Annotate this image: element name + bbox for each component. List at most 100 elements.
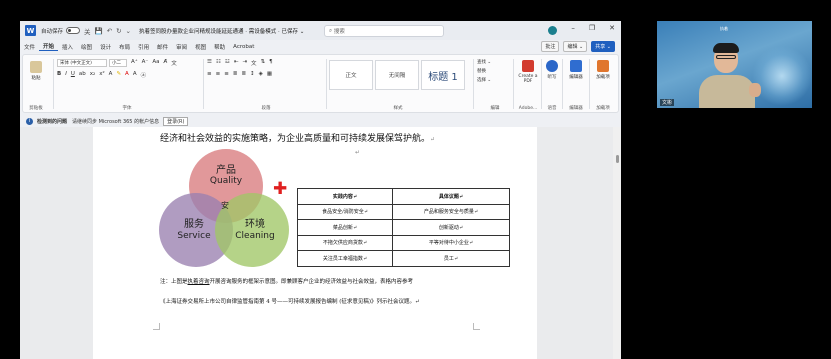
close-button[interactable]: ✕ bbox=[609, 24, 615, 32]
undo-icon[interactable]: ↶ bbox=[107, 27, 112, 35]
participant-video[interactable]: 执着 文彬 bbox=[657, 21, 812, 108]
numbering-icon[interactable]: ☷ bbox=[216, 59, 221, 67]
shrink-font-icon[interactable]: A⁻ bbox=[142, 59, 149, 67]
separator bbox=[513, 59, 514, 109]
font-size-select[interactable]: 小二 bbox=[109, 59, 127, 67]
show-marks-icon[interactable]: ¶ bbox=[269, 59, 273, 67]
maximize-button[interactable]: ❐ bbox=[589, 24, 595, 32]
vertical-scrollbar[interactable] bbox=[613, 127, 621, 359]
strikethrough-icon[interactable]: ab bbox=[79, 71, 86, 79]
find-button[interactable]: 查找 ⌄ bbox=[477, 59, 491, 65]
font-name-select[interactable]: 宋体 (中文正文) bbox=[57, 59, 107, 67]
create-pdf-label: Create a PDF bbox=[518, 74, 538, 84]
autosave-toggle[interactable] bbox=[66, 27, 81, 34]
document-title[interactable]: 执着签同股办量款企业问精规设能延延通通 · 需设备模式 · 已保存 ⌄ bbox=[139, 27, 304, 35]
tab-mailings[interactable]: 邮件 bbox=[153, 43, 172, 51]
table-cell: 食品安全/消防安全↵ bbox=[297, 203, 393, 220]
user-avatar[interactable] bbox=[548, 26, 557, 35]
practice-table[interactable]: 实践内容↵ 具体议题↵ 食品安全/消防安全↵ 产品和服务安全与质量↵ 菜品创新↵… bbox=[297, 188, 510, 267]
phonetic-guide-icon[interactable]: 文 bbox=[171, 59, 177, 67]
clear-format-icon[interactable]: A̸ bbox=[163, 59, 167, 67]
tab-references[interactable]: 引用 bbox=[134, 43, 153, 51]
shading-icon[interactable]: ◈ bbox=[259, 71, 263, 77]
align-right-icon[interactable]: ≡ bbox=[224, 71, 229, 77]
tab-review[interactable]: 审阅 bbox=[172, 43, 191, 51]
create-pdf-icon[interactable] bbox=[522, 60, 534, 72]
justify-icon[interactable]: ≣ bbox=[233, 71, 238, 77]
addins-icon[interactable] bbox=[597, 60, 609, 72]
italic-icon[interactable]: I bbox=[65, 71, 67, 79]
sign-in-button[interactable]: 登录(R) bbox=[163, 116, 189, 126]
note-body: 开展咨询服务的框架示意图。即兼顾客户企业的经济效益与社会效益，表格内容参考 bbox=[209, 279, 414, 285]
chinese-layout-icon[interactable]: 文 bbox=[251, 59, 257, 67]
separator bbox=[203, 59, 204, 109]
change-case-icon[interactable]: Aa bbox=[152, 59, 159, 67]
subscript-icon[interactable]: x₂ bbox=[90, 71, 95, 79]
highlight-icon[interactable]: ✎ bbox=[116, 71, 121, 79]
align-left-icon[interactable]: ≡ bbox=[207, 71, 212, 77]
align-center-icon[interactable]: ≡ bbox=[216, 71, 221, 77]
participant-hand bbox=[749, 83, 761, 97]
underline-icon[interactable]: U bbox=[71, 71, 75, 79]
tab-view[interactable]: 视图 bbox=[191, 43, 210, 51]
editing-mode-button[interactable]: 编辑 ⌄ bbox=[563, 41, 588, 52]
tab-help[interactable]: 帮助 bbox=[210, 43, 229, 51]
tab-home[interactable]: 开始 bbox=[39, 42, 59, 51]
replace-button[interactable]: 替换 bbox=[477, 68, 486, 74]
font-group: 宋体 (中文正文) 小二 A⁺ A⁻ Aa A̸ 文 B I U ab x₂ x… bbox=[57, 57, 197, 112]
bold-icon[interactable]: B bbox=[57, 71, 61, 79]
info-icon: i bbox=[26, 117, 33, 125]
word-app-icon: W bbox=[25, 25, 36, 36]
venn-diagram[interactable]: 产品 Quality 服务 Service 环境 Cleaning 安 bbox=[159, 149, 309, 277]
dictate-icon[interactable] bbox=[546, 60, 558, 72]
autosave-label: 自动保存 bbox=[41, 28, 64, 35]
document-page[interactable]: 经济和社会效益的实施策略，为企业高质量和可持续发展保驾护航。↵ ↵ 产品 Qua… bbox=[93, 127, 537, 359]
editing-group: 查找 ⌄ 替换 选择 ⌄ 编辑 bbox=[477, 57, 513, 112]
text-effects-icon[interactable]: A bbox=[109, 71, 113, 79]
multilevel-list-icon[interactable]: ☳ bbox=[225, 59, 230, 67]
bullets-icon[interactable]: ☰ bbox=[207, 59, 212, 67]
line-spacing-icon[interactable]: ↕ bbox=[250, 71, 255, 77]
increase-indent-icon[interactable]: ⇥ bbox=[242, 59, 247, 67]
table-cell: 员工↵ bbox=[392, 250, 510, 267]
editor-icon[interactable] bbox=[570, 60, 582, 72]
separator bbox=[541, 59, 542, 109]
grow-font-icon[interactable]: A⁺ bbox=[131, 59, 138, 67]
quick-access-more-icon[interactable]: ⌄ bbox=[126, 27, 131, 35]
table-cell: 关注员工幸福指数↵ bbox=[297, 250, 393, 267]
tab-insert[interactable]: 插入 bbox=[58, 43, 77, 51]
superscript-icon[interactable]: x² bbox=[99, 71, 104, 79]
addins-label: 加载项 bbox=[596, 75, 610, 80]
page-margin-marker bbox=[473, 323, 480, 330]
redo-icon[interactable]: ↻ bbox=[116, 27, 121, 35]
tab-file[interactable]: 文件 bbox=[20, 43, 39, 51]
style-normal[interactable]: 正文 bbox=[329, 60, 373, 90]
search-box[interactable]: ⌕ 搜索 bbox=[324, 25, 444, 37]
cleaning-en-label: Cleaning bbox=[235, 231, 275, 241]
autosave-state: 关 bbox=[84, 27, 91, 36]
style-heading1[interactable]: 标题 1 bbox=[421, 60, 465, 90]
sort-icon[interactable]: ⇅ bbox=[261, 59, 266, 67]
scrollbar-thumb[interactable] bbox=[616, 155, 619, 163]
tab-acrobat[interactable]: Acrobat bbox=[229, 44, 258, 50]
distributed-icon[interactable]: ≣ bbox=[241, 71, 246, 77]
borders-icon[interactable]: ▦ bbox=[267, 71, 272, 77]
decrease-indent-icon[interactable]: ⇤ bbox=[234, 59, 239, 67]
editor-group-label: 编辑器 bbox=[569, 106, 583, 111]
save-icon[interactable]: 💾 bbox=[95, 27, 103, 35]
style-no-spacing[interactable]: 无间隔 bbox=[375, 60, 419, 90]
table-header-row: 实践内容↵ 具体议题↵ bbox=[297, 188, 510, 205]
title-bar: W 自动保存 关 💾 ↶ ↻ ⌄ 执着签同股办量款企业问精规设能延延通通 · 需… bbox=[20, 21, 621, 40]
minimize-button[interactable]: – bbox=[571, 24, 575, 32]
font-color-icon[interactable]: A bbox=[125, 71, 129, 79]
tab-draw[interactable]: 绘图 bbox=[77, 43, 96, 51]
paste-icon[interactable] bbox=[30, 61, 42, 73]
tab-design[interactable]: 设计 bbox=[96, 43, 115, 51]
table-row: 食品安全/消防安全↵ 产品和服务安全与质量↵ bbox=[297, 203, 510, 220]
enclose-char-icon[interactable]: ⓐ bbox=[141, 71, 147, 79]
share-button[interactable]: 共享 ⌄ bbox=[591, 41, 615, 52]
char-shading-icon[interactable]: A bbox=[133, 71, 137, 79]
comments-button[interactable]: 批注 bbox=[541, 41, 560, 52]
tab-layout[interactable]: 布局 bbox=[115, 43, 134, 51]
select-button[interactable]: 选择 ⌄ bbox=[477, 77, 491, 83]
